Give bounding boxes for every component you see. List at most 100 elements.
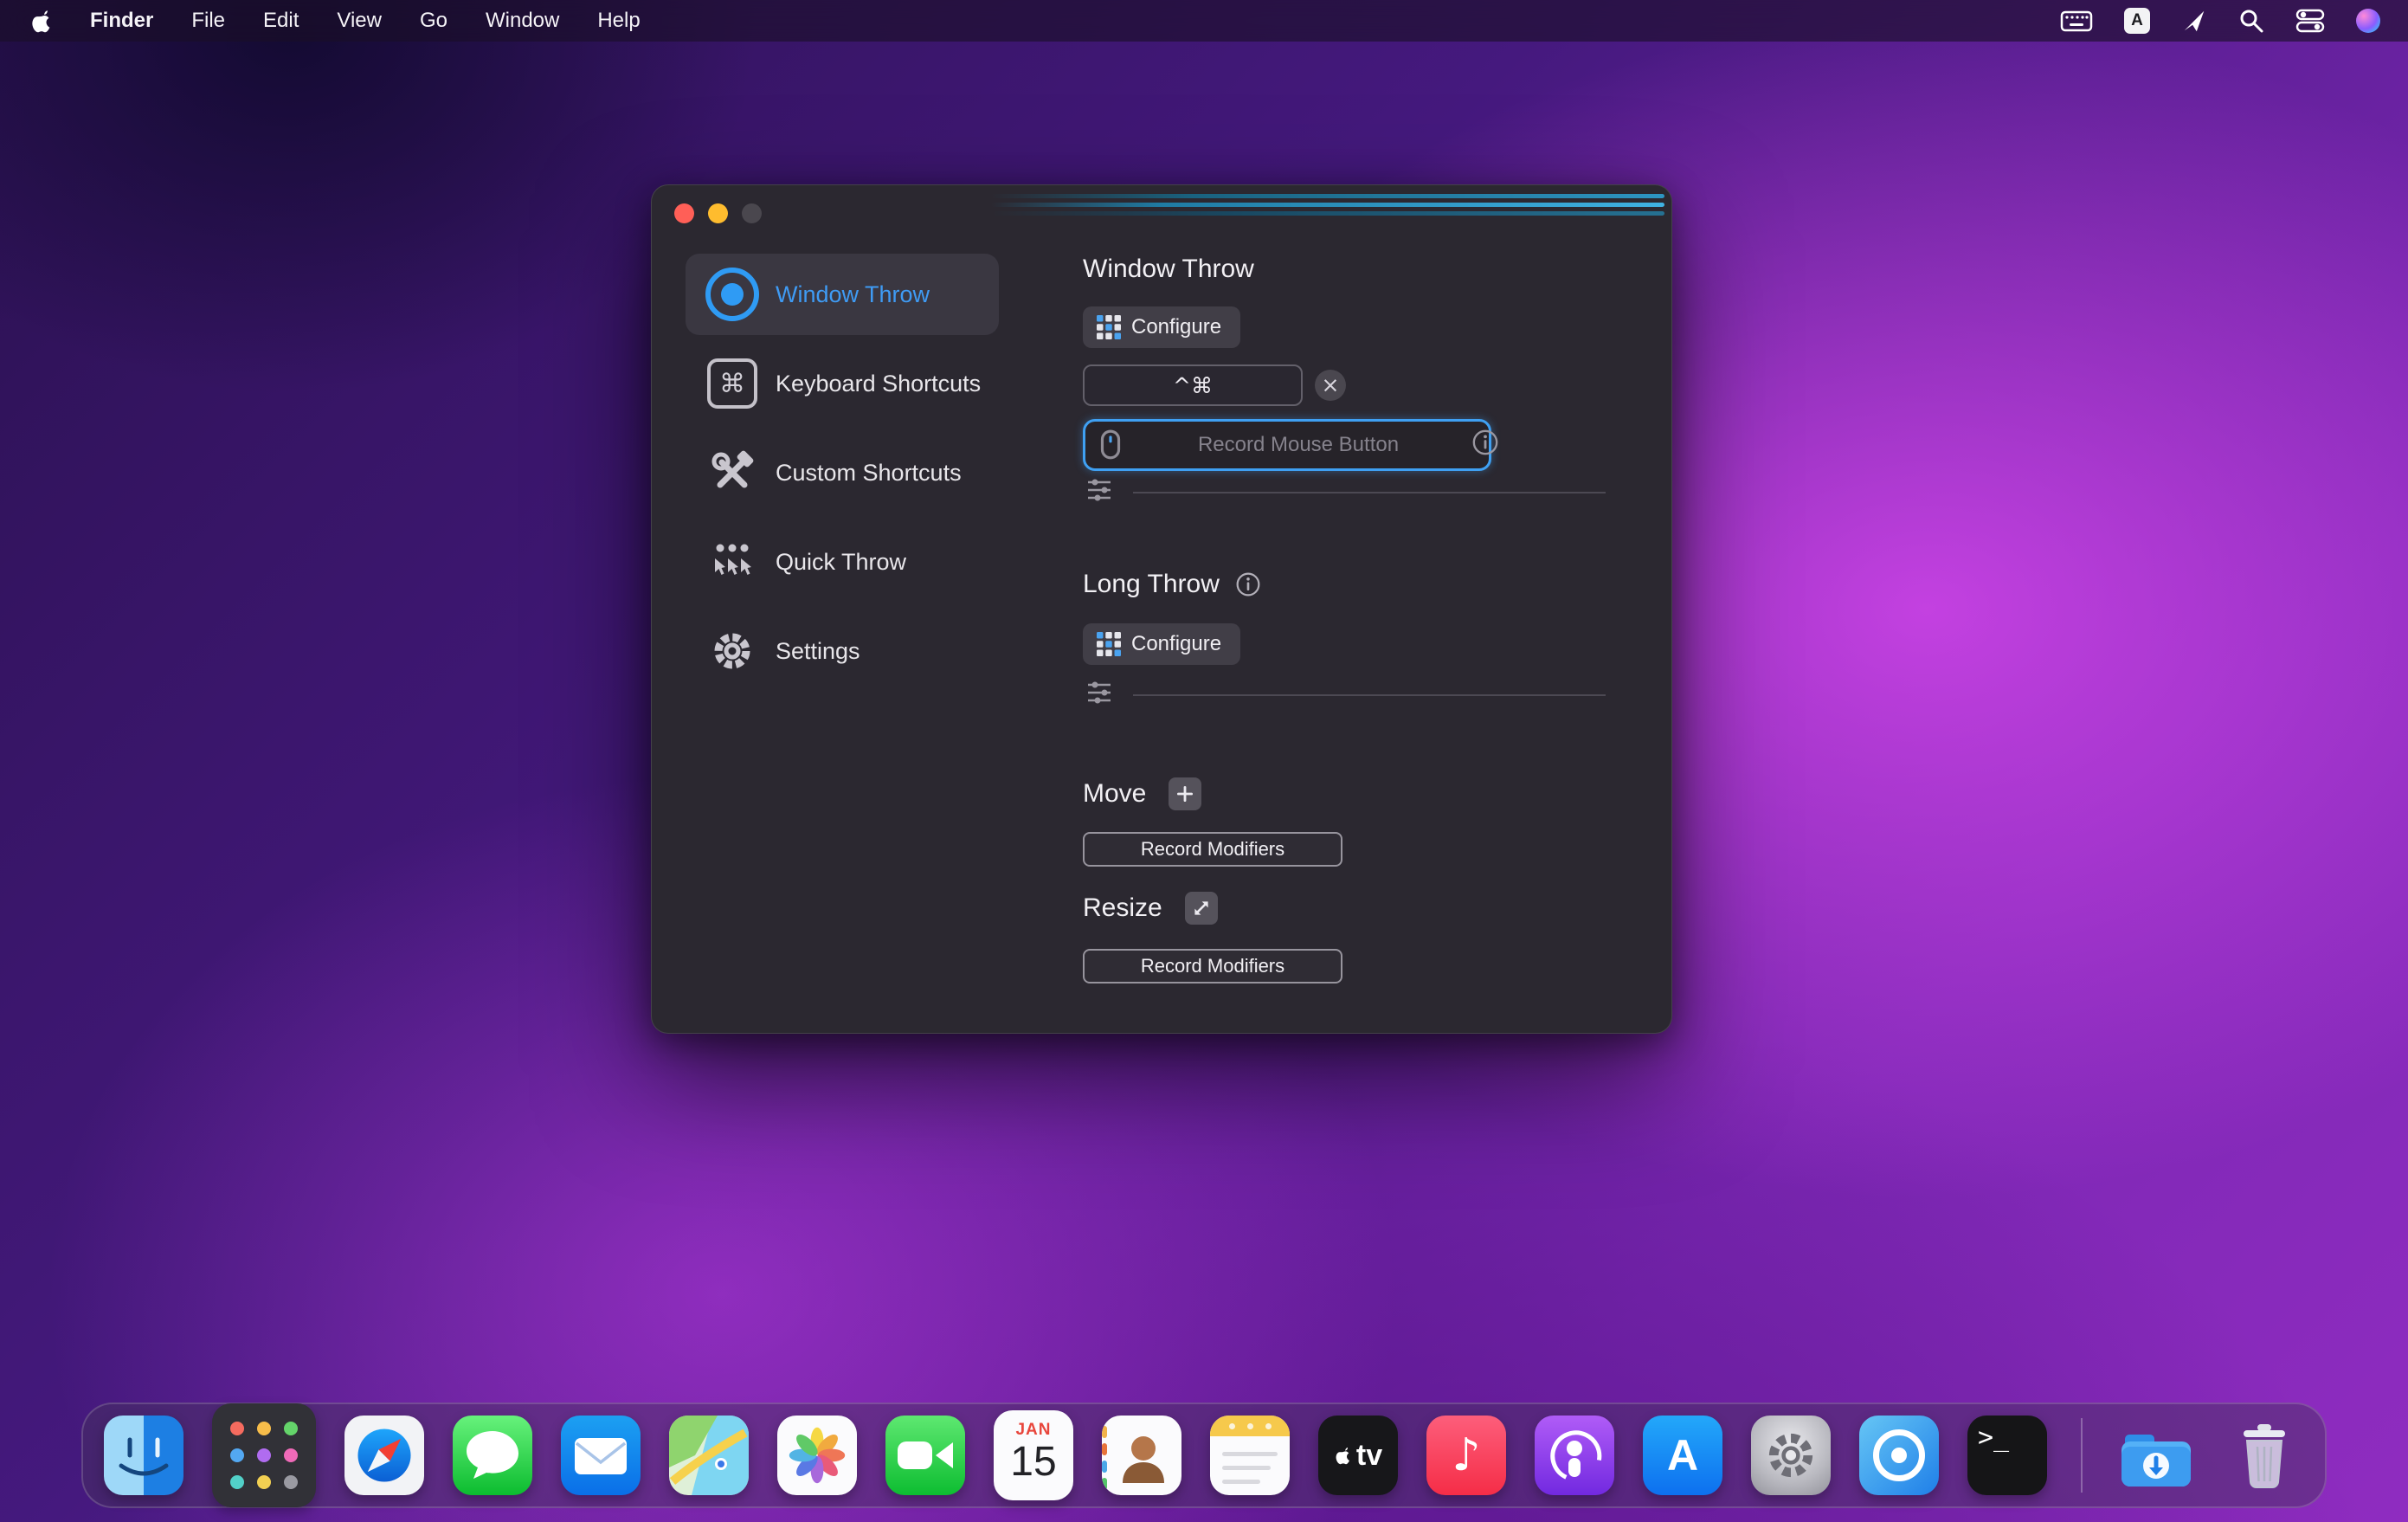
- dock-icon-maps[interactable]: [669, 1416, 749, 1495]
- dock-icon-launchpad[interactable]: [212, 1403, 316, 1507]
- sidebar-item-settings[interactable]: Settings: [686, 610, 999, 692]
- shortcut-recorder-field[interactable]: ^⌘: [1083, 364, 1303, 406]
- command-key-icon: ⌘: [705, 356, 760, 411]
- configure-label-long-throw: Configure: [1131, 632, 1221, 656]
- dock-separator: [2081, 1418, 2083, 1493]
- shortcut-value: ^⌘: [1173, 373, 1213, 398]
- gear-icon: [705, 623, 760, 679]
- dock-icon-app-store[interactable]: A: [1643, 1416, 1722, 1495]
- sidebar-label-custom-shortcuts: Custom Shortcuts: [776, 460, 962, 487]
- menu-app-name[interactable]: Finder: [90, 9, 153, 33]
- window-throw-title: Window Throw: [1083, 255, 1254, 284]
- input-source-icon[interactable]: A: [2124, 6, 2150, 35]
- spotlight-search-icon[interactable]: [2238, 6, 2264, 35]
- close-button[interactable]: [674, 203, 694, 223]
- minimize-button[interactable]: [708, 203, 728, 223]
- divider: [1133, 694, 1606, 696]
- siri-orb: [2356, 9, 2380, 33]
- sidebar-item-quick-throw[interactable]: Quick Throw: [686, 521, 999, 603]
- configure-label-window-throw: Configure: [1131, 315, 1221, 339]
- dock-icon-notes[interactable]: [1210, 1416, 1290, 1495]
- move-icon: [1169, 777, 1201, 810]
- clear-shortcut-button[interactable]: ×: [1315, 370, 1346, 401]
- filters-icon[interactable]: [1086, 477, 1112, 503]
- dock-icon-calendar[interactable]: JAN 15: [994, 1410, 1073, 1500]
- control-center-icon[interactable]: [2295, 6, 2325, 35]
- resize-label: Resize: [1083, 893, 1162, 923]
- menu-bar-left: Finder File Edit View Go Window Help: [0, 6, 641, 35]
- dock-icon-messages[interactable]: [453, 1416, 532, 1495]
- gear-icon: [1761, 1425, 1821, 1486]
- menu-view[interactable]: View: [337, 9, 382, 33]
- dock-icon-trash[interactable]: [2225, 1416, 2304, 1495]
- location-icon[interactable]: [2181, 6, 2207, 35]
- sidebar-item-custom-shortcuts[interactable]: Custom Shortcuts: [686, 432, 999, 513]
- dock-icon-contacts[interactable]: [1102, 1416, 1181, 1495]
- input-source-label: A: [2124, 8, 2150, 34]
- traffic-lights: [674, 203, 762, 223]
- dock-icon-music[interactable]: ♪: [1426, 1416, 1506, 1495]
- window-manager-ring: [1873, 1429, 1925, 1481]
- configure-button-window-throw[interactable]: Configure: [1083, 306, 1240, 348]
- resize-icon: [1185, 892, 1218, 925]
- record-modifiers-button-move[interactable]: Record Modifiers: [1083, 832, 1342, 867]
- quick-throw-icon: [705, 534, 760, 590]
- finder-face: [104, 1416, 183, 1495]
- dock-icon-mail[interactable]: [561, 1416, 641, 1495]
- notes-line: [1222, 1466, 1271, 1470]
- notes-line: [1222, 1480, 1260, 1484]
- sidebar-item-keyboard-shortcuts[interactable]: ⌘ Keyboard Shortcuts: [686, 343, 999, 424]
- dock-icon-finder[interactable]: [104, 1416, 183, 1495]
- zoom-button[interactable]: [742, 203, 762, 223]
- move-label: Move: [1083, 779, 1146, 809]
- record-modifiers-button-resize[interactable]: Record Modifiers: [1083, 949, 1342, 983]
- calendar-month: JAN: [1015, 1421, 1051, 1440]
- dock-icon-photos[interactable]: [777, 1416, 857, 1495]
- dock-icon-podcasts[interactable]: [1535, 1416, 1614, 1495]
- siri-icon[interactable]: [2356, 6, 2380, 35]
- command-glyph: ⌘: [707, 358, 757, 409]
- apple-icon: [29, 8, 52, 34]
- keyboard-icon[interactable]: [2060, 6, 2093, 35]
- dock-icon-apple-tv[interactable]: tv: [1318, 1416, 1398, 1495]
- record-mouse-placeholder: Record Mouse Button: [1122, 433, 1475, 457]
- menu-bar: Finder File Edit View Go Window Help A: [0, 0, 2408, 42]
- terminal-prompt: >_: [1978, 1422, 2009, 1453]
- grid-icon: [1097, 632, 1121, 656]
- downloads-folder: [2116, 1416, 2196, 1495]
- record-mouse-row: Record Mouse Button: [1083, 419, 1637, 466]
- dock-icon-terminal[interactable]: >_: [1967, 1416, 2047, 1495]
- menu-go[interactable]: Go: [420, 9, 447, 33]
- dock-icon-system-preferences[interactable]: [1751, 1416, 1831, 1495]
- dock-icon-safari[interactable]: [344, 1416, 424, 1495]
- apple-menu[interactable]: [29, 6, 52, 35]
- info-icon-long-throw[interactable]: [1233, 570, 1263, 599]
- content-pane: Window Throw Configure ^⌘ ×: [1083, 185, 1654, 1033]
- menu-edit[interactable]: Edit: [263, 9, 299, 33]
- dock-icon-downloads[interactable]: [2116, 1416, 2196, 1495]
- dock-icon-window-manager[interactable]: [1859, 1416, 1939, 1495]
- info-icon-window-throw[interactable]: [1471, 428, 1500, 457]
- settings-window: Window Throw ⌘ Keyboard Shortcuts Cu: [651, 184, 1672, 1034]
- dock-icon-facetime[interactable]: [885, 1416, 965, 1495]
- menu-window[interactable]: Window: [486, 9, 559, 33]
- menu-bar-extras: A: [2060, 6, 2408, 35]
- podcasts-figure: [1535, 1416, 1614, 1495]
- music-note: ♪: [1452, 1429, 1480, 1481]
- resize-row: Resize: [1083, 892, 1218, 925]
- envelope: [561, 1416, 641, 1495]
- menu-file[interactable]: File: [191, 9, 225, 33]
- sidebar-item-window-throw[interactable]: Window Throw: [686, 254, 999, 335]
- long-throw-title-row: Long Throw: [1083, 570, 1263, 599]
- photos-flower: [784, 1422, 850, 1488]
- grid-icon: [1097, 315, 1121, 339]
- chat-bubble: [453, 1416, 532, 1495]
- menu-help[interactable]: Help: [597, 9, 640, 33]
- tools-icon: [705, 445, 760, 500]
- video-camera: [885, 1416, 965, 1495]
- configure-button-long-throw[interactable]: Configure: [1083, 623, 1240, 665]
- record-mouse-button-field[interactable]: Record Mouse Button: [1083, 419, 1491, 471]
- app-store-glyph: A: [1667, 1430, 1698, 1480]
- filters-icon[interactable]: [1086, 680, 1112, 706]
- apple-icon: [1334, 1445, 1351, 1466]
